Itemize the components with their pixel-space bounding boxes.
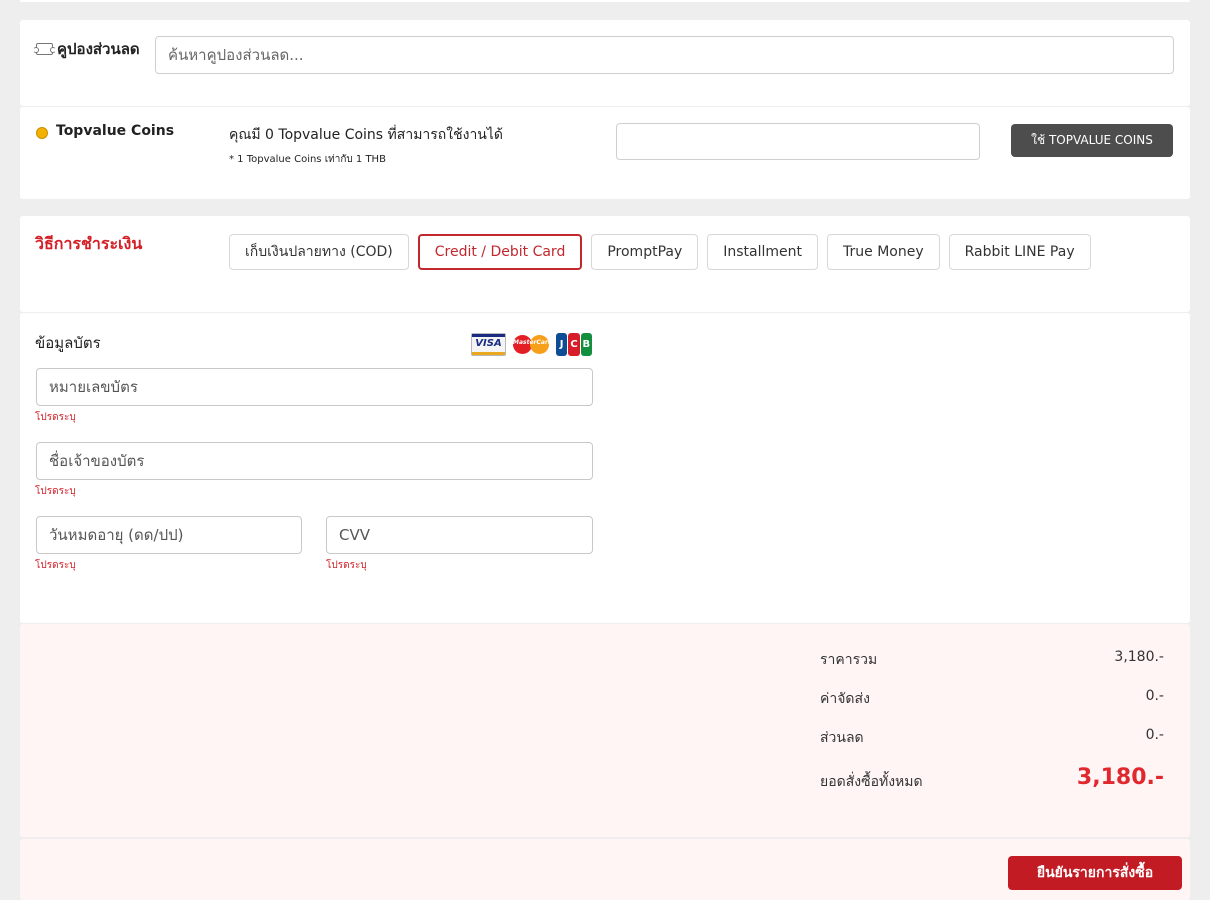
discount-value: 0.- bbox=[1145, 727, 1164, 743]
card-holder-required-text: โปรดระบุ bbox=[35, 486, 76, 497]
card-info-section: ข้อมูลบัตร VISA MasterCard J C B โปรดระบ… bbox=[20, 313, 1190, 623]
discount-label: ส่วนลด bbox=[820, 730, 864, 746]
payment-method-promptpay[interactable]: PromptPay bbox=[591, 234, 699, 270]
subtotal-label: ราคารวม bbox=[820, 652, 878, 668]
payment-method-credit-card[interactable]: Credit / Debit Card bbox=[417, 234, 583, 270]
order-total-label: ยอดสั่งซื้อทั้งหมด bbox=[820, 774, 923, 790]
payment-method-section: วิธีการชำระเงิน เก็บเงินปลายทาง (COD) Cr… bbox=[20, 216, 1190, 312]
shipping-label: ค่าจัดส่ง bbox=[820, 691, 870, 707]
card-cvv-input[interactable] bbox=[326, 516, 593, 554]
previous-section-edge bbox=[20, 0, 1190, 2]
coin-icon bbox=[36, 127, 48, 139]
ticket-icon bbox=[33, 43, 56, 55]
card-expiry-required-text: โปรดระบุ bbox=[35, 560, 76, 571]
coins-section: Topvalue Coins คุณมี 0 Topvalue Coins ที… bbox=[20, 107, 1190, 199]
coins-amount-input[interactable] bbox=[616, 123, 980, 160]
visa-logo: VISA bbox=[471, 333, 506, 356]
jcb-logo-c: C bbox=[568, 333, 580, 356]
jcb-logo-b: B bbox=[580, 333, 592, 356]
subtotal-value: 3,180.- bbox=[1114, 649, 1164, 665]
mastercard-logo: MasterCard bbox=[513, 333, 553, 356]
coupon-label: คูปองส่วนลด bbox=[33, 37, 140, 61]
confirm-section: ยืนยันรายการสั่งซื้อ bbox=[20, 839, 1190, 900]
order-summary-section: ราคารวม 3,180.- ค่าจัดส่ง 0.- ส่วนลด 0.-… bbox=[20, 624, 1190, 837]
card-cvv-required-text: โปรดระบุ bbox=[326, 560, 367, 571]
coins-note: * 1 Topvalue Coins เท่ากับ 1 THB bbox=[229, 154, 386, 165]
payment-method-rabbit-line-pay[interactable]: Rabbit LINE Pay bbox=[948, 234, 1091, 270]
card-expiry-input[interactable] bbox=[36, 516, 302, 554]
payment-method-title: วิธีการชำระเงิน bbox=[35, 234, 143, 253]
jcb-logo: J C B bbox=[556, 333, 592, 356]
payment-method-cod[interactable]: เก็บเงินปลายทาง (COD) bbox=[229, 234, 409, 270]
card-holder-name-input[interactable] bbox=[36, 442, 593, 480]
mastercard-logo-text: MasterCard bbox=[513, 339, 553, 346]
shipping-value: 0.- bbox=[1145, 688, 1164, 704]
order-total-value: 3,180.- bbox=[1076, 765, 1164, 790]
coupon-search-input[interactable] bbox=[155, 36, 1174, 74]
confirm-order-button[interactable]: ยืนยันรายการสั่งซื้อ bbox=[1008, 856, 1182, 890]
coupon-label-text: คูปองส่วนลด bbox=[57, 40, 140, 58]
visa-logo-text: VISA bbox=[475, 338, 502, 349]
apply-coins-button[interactable]: ใช้ TOPVALUE COINS bbox=[1011, 124, 1173, 157]
jcb-logo-j: J bbox=[556, 333, 568, 356]
payment-method-installment[interactable]: Installment bbox=[707, 234, 819, 270]
card-number-input[interactable] bbox=[36, 368, 593, 406]
payment-method-tabs: เก็บเงินปลายทาง (COD) Credit / Debit Car… bbox=[229, 234, 1091, 270]
card-info-title: ข้อมูลบัตร bbox=[35, 334, 101, 352]
coupon-section: คูปองส่วนลด bbox=[20, 20, 1190, 106]
coins-title: Topvalue Coins bbox=[56, 123, 175, 139]
coins-available-text: คุณมี 0 Topvalue Coins ที่สามารถใช้งานได… bbox=[229, 127, 504, 143]
card-number-required-text: โปรดระบุ bbox=[35, 412, 76, 423]
payment-method-true-money[interactable]: True Money bbox=[827, 234, 940, 270]
